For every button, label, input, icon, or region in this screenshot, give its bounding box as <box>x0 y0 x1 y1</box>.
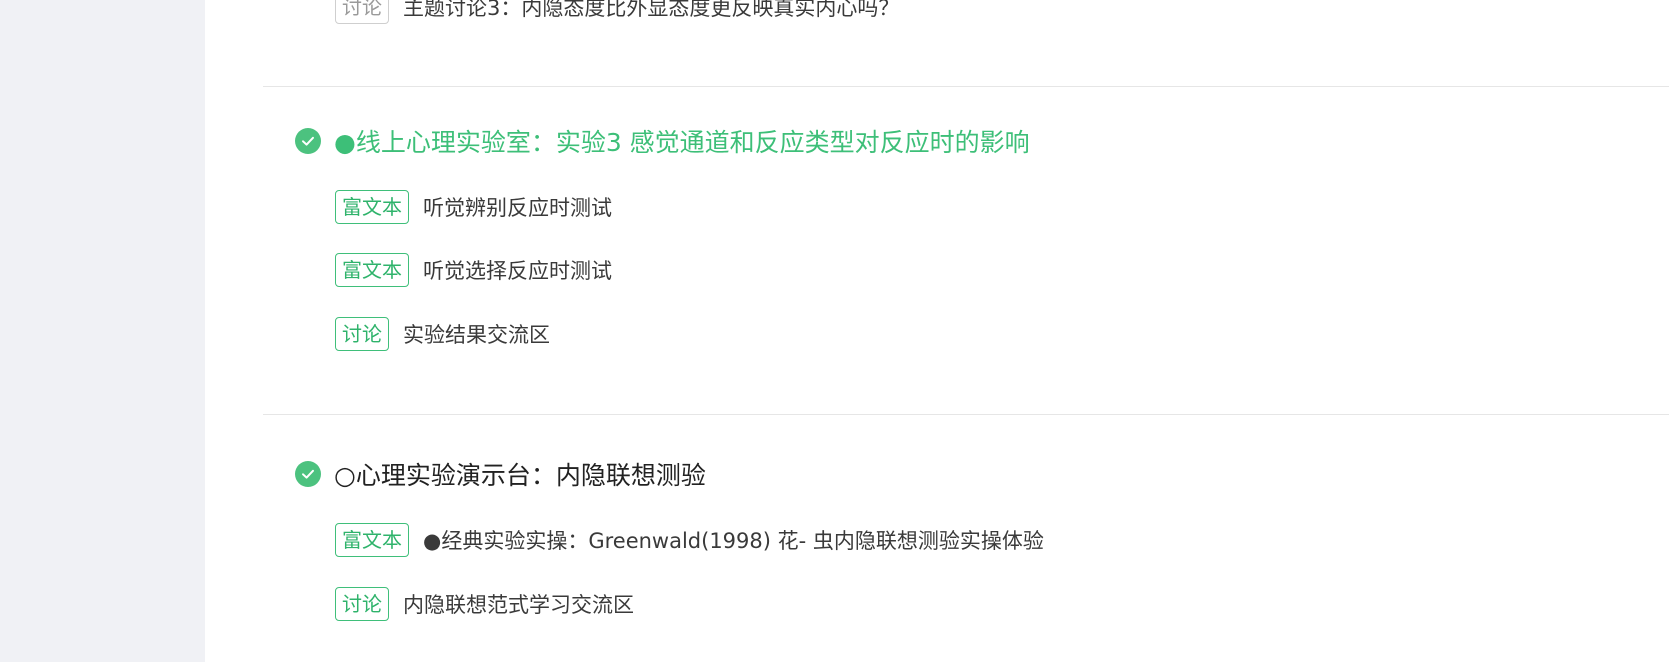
section-header-online-lab: ●线上心理实验室：实验3 感觉通道和反应类型对反应时的影响 <box>295 123 1030 159</box>
item-title: 主题讨论3：内隐态度比外显态度更反映真实内心吗？ <box>403 0 900 20</box>
tag-discussion: 讨论 <box>335 317 389 351</box>
divider <box>263 86 1669 87</box>
list-item-iat-discussion[interactable]: 讨论 内隐联想范式学习交流区 <box>335 586 634 622</box>
item-title: ●经典实验实操：Greenwald(1998) 花- 虫内隐联想测验实操体验 <box>423 529 1044 553</box>
tag-rich-text: 富文本 <box>335 253 409 287</box>
course-outline: 讨论 主题讨论3：内隐态度比外显态度更反映真实内心吗？ ●线上心理实验室：实验3… <box>205 0 1669 662</box>
item-title: 实验结果交流区 <box>403 323 550 347</box>
section-header-iat-demo: ○心理实验演示台：内隐联想测验 <box>295 456 706 492</box>
section-title[interactable]: ○心理实验演示台：内隐联想测验 <box>334 456 706 492</box>
check-circle-icon <box>295 461 321 487</box>
item-title: 听觉选择反应时测试 <box>423 259 612 283</box>
item-title: 内隐联想范式学习交流区 <box>403 593 634 617</box>
list-item-greenwald-iat[interactable]: 富文本 ●经典实验实操：Greenwald(1998) 花- 虫内隐联想测验实操… <box>335 522 1044 558</box>
left-sidebar <box>0 0 205 662</box>
divider <box>263 414 1669 415</box>
item-title: 听觉辨别反应时测试 <box>423 196 612 220</box>
tag-rich-text: 富文本 <box>335 523 409 557</box>
list-item-results-discussion[interactable]: 讨论 实验结果交流区 <box>335 316 550 352</box>
list-item-topic-discussion-3[interactable]: 讨论 主题讨论3：内隐态度比外显态度更反映真实内心吗？ <box>335 0 899 25</box>
tag-rich-text: 富文本 <box>335 190 409 224</box>
check-circle-icon <box>295 128 321 154</box>
list-item-auditory-discrimination[interactable]: 富文本 听觉辨别反应时测试 <box>335 189 612 225</box>
tag-discussion: 讨论 <box>335 0 389 24</box>
section-title[interactable]: ●线上心理实验室：实验3 感觉通道和反应类型对反应时的影响 <box>334 123 1030 159</box>
list-item-auditory-choice[interactable]: 富文本 听觉选择反应时测试 <box>335 252 612 288</box>
tag-discussion: 讨论 <box>335 587 389 621</box>
